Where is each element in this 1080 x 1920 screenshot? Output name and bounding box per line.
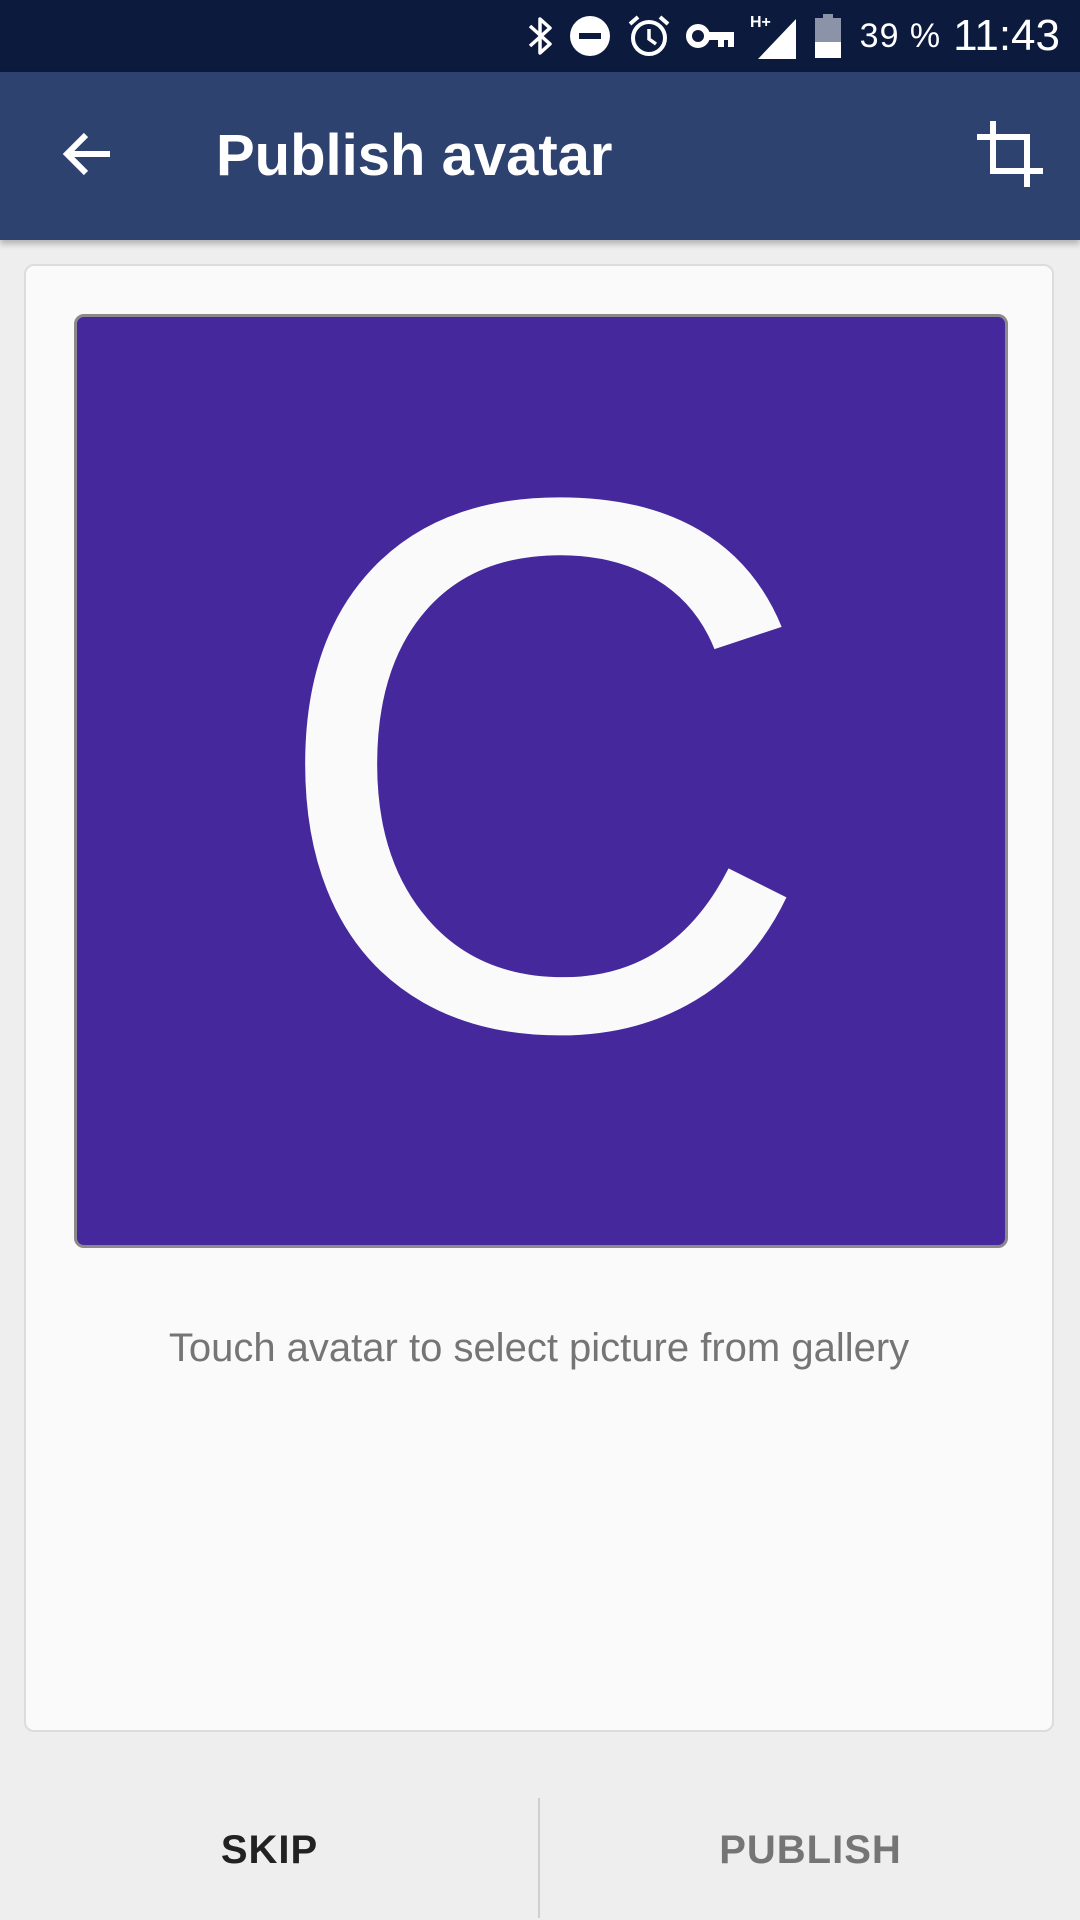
avatar-picker[interactable]: C <box>74 314 1008 1248</box>
crop-button[interactable] <box>962 108 1058 204</box>
status-bar: H+ 39 % 11:43 <box>0 0 1080 72</box>
alarm-icon <box>626 0 672 72</box>
battery-icon <box>814 0 842 72</box>
page-title: Publish avatar <box>216 123 613 188</box>
crop-icon <box>975 119 1045 194</box>
network-type-label: H+ <box>750 14 771 31</box>
status-icons: H+ 39 % 11:43 <box>512 0 1060 72</box>
clock: 11:43 <box>953 11 1060 60</box>
back-button[interactable] <box>40 108 136 204</box>
app-bar: Publish avatar <box>0 72 1080 240</box>
vpn-key-icon <box>685 0 736 72</box>
button-divider <box>538 1798 540 1918</box>
battery-percent: 39 % <box>859 16 942 55</box>
do-not-disturb-icon <box>568 0 612 72</box>
avatar-letter: C <box>266 341 816 1190</box>
skip-button[interactable]: SKIP <box>0 1780 539 1920</box>
bluetooth-icon <box>526 0 554 72</box>
avatar-card: C Touch avatar to select picture from ga… <box>24 264 1054 1732</box>
bottom-action-bar: SKIP PUBLISH <box>0 1780 1080 1920</box>
gallery-hint: Touch avatar to select picture from gall… <box>168 1326 910 1370</box>
publish-button[interactable]: PUBLISH <box>541 1780 1080 1920</box>
arrow-back-icon <box>60 126 116 187</box>
signal-h-plus-icon: H+ <box>750 0 800 72</box>
